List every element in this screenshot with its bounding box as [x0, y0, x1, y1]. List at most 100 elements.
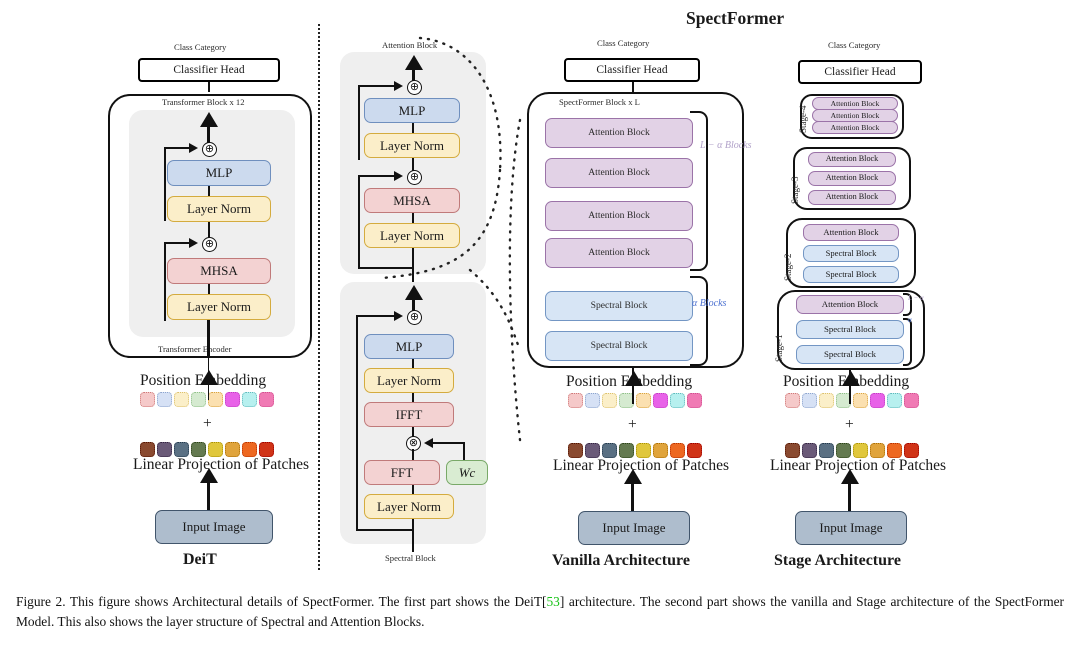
caption-part-1: Figure 2. This figure shows Architectura… — [16, 594, 547, 609]
ab-out-arrow — [404, 55, 423, 70]
deit-input-image: Input Image — [155, 510, 273, 544]
patch-swatch — [225, 392, 240, 407]
stage-linear-projection-patches — [785, 443, 919, 458]
patch-swatch — [602, 393, 617, 408]
stage-1-block-2: Spectral Block — [796, 345, 904, 364]
patch-swatch — [619, 443, 634, 458]
patch-swatch — [157, 392, 172, 407]
vanilla-input-image: Input Image — [578, 511, 690, 545]
sb-wc-h — [433, 442, 465, 444]
ab-block-mhsa: MHSA — [364, 188, 460, 213]
patch-swatch — [191, 442, 206, 457]
ab-add-node-2: ⊕ — [407, 170, 422, 185]
patch-swatch — [870, 443, 885, 458]
deit-skip-1-v — [164, 148, 166, 221]
figure-caption: Figure 2. This figure shows Architectura… — [16, 592, 1064, 633]
vanilla-plus: + — [628, 416, 637, 433]
stage-2-block-0: Attention Block — [803, 224, 899, 241]
stage-1-bracket-top-label: L − α — [908, 294, 924, 302]
ab-skip-2-arrow — [394, 171, 403, 181]
deit-plus-1: + — [203, 415, 212, 432]
sb-conn-e — [412, 485, 414, 494]
patch-swatch — [687, 393, 702, 408]
sb-block-fft: FFT — [364, 460, 440, 485]
patch-swatch — [242, 392, 257, 407]
patch-swatch — [208, 392, 223, 407]
sb-block-mlp: MLP — [364, 334, 454, 359]
vanilla-input-stem — [631, 483, 634, 511]
patch-swatch — [887, 393, 902, 408]
ab-add-symbol-2: ⊕ — [409, 171, 420, 183]
stage-1-bracket-bottom — [903, 318, 912, 366]
patch-swatch — [802, 443, 817, 458]
patch-swatch — [653, 393, 668, 408]
vanilla-class-category-label: Class Category — [597, 38, 650, 48]
patch-swatch — [836, 443, 851, 458]
deit-block-layernorm-2: Layer Norm — [167, 294, 271, 320]
deit-in-stem — [207, 320, 210, 358]
stage-plus: + — [845, 416, 854, 433]
patch-swatch — [568, 393, 583, 408]
patch-swatch — [174, 392, 189, 407]
ab-skip-2-h — [358, 175, 395, 177]
sb-skip-v — [356, 316, 358, 530]
vanilla-container-label: SpectFormer Block x L — [559, 97, 640, 107]
patch-swatch — [687, 443, 702, 458]
sb-wc-arrow — [424, 437, 433, 448]
vanilla-block-0: Attention Block — [545, 118, 693, 148]
vanilla-bracket-bottom — [690, 276, 708, 366]
attention-block-title: Attention Block — [382, 40, 438, 50]
vanilla-embed-arrow — [624, 371, 643, 386]
deit-add-node-2: ⊕ — [202, 237, 217, 252]
patch-swatch — [568, 443, 583, 458]
vanilla-block-2: Attention Block — [545, 201, 693, 231]
patch-swatch — [819, 393, 834, 408]
deit-add-node-1: ⊕ — [202, 142, 217, 157]
ab-add-symbol-1: ⊕ — [409, 81, 420, 93]
sb-multiply-symbol: ⊗ — [408, 437, 419, 449]
stage-input-stem — [848, 483, 851, 511]
stage-3-block-2: Attention Block — [808, 190, 896, 205]
sb-block-layernorm-1: Layer Norm — [364, 368, 454, 393]
patch-swatch — [140, 392, 155, 407]
patch-swatch — [140, 442, 155, 457]
ab-conn-a — [412, 123, 414, 133]
ab-skip-2-v — [358, 176, 360, 268]
deit-transformer-block-label: Transformer Block x 12 — [162, 97, 245, 107]
patch-swatch — [585, 443, 600, 458]
deit-block-mlp: MLP — [167, 160, 271, 186]
patch-swatch — [853, 393, 868, 408]
deit-add-symbol-1: ⊕ — [204, 143, 215, 155]
sb-skip-arrow — [394, 311, 403, 321]
patch-swatch — [636, 443, 651, 458]
stage-input-image: Input Image — [795, 511, 907, 545]
deit-skip-2-arrow — [189, 238, 198, 248]
stage-3-block-0: Attention Block — [808, 152, 896, 167]
vanilla-bracket-top-label: L − α Blocks — [700, 140, 752, 151]
patch-swatch — [853, 443, 868, 458]
sb-conn-a — [412, 359, 414, 368]
stage-1-block-0: Attention Block — [796, 295, 904, 314]
vanilla-linear-projection-patches — [568, 443, 702, 458]
sb-skip-h — [356, 315, 395, 317]
caption-reference-link[interactable]: 53 — [546, 594, 559, 609]
vanilla-bracket-top — [690, 111, 708, 271]
spectral-block-title: Spectral Block — [385, 553, 436, 563]
stage-2-block-1: Spectral Block — [803, 245, 899, 262]
ab-skip-1-h — [358, 85, 395, 87]
figure-canvas: SpectFormer Class Category Classifier He… — [0, 0, 1080, 580]
stage-3-label: Stage-3 — [790, 176, 800, 205]
stage-1-label: Stage-1 — [774, 334, 784, 363]
vanilla-block-5: Spectral Block — [545, 331, 693, 361]
stage-1-bracket-bottom-label: α — [908, 316, 912, 324]
vanilla-column-name: Vanilla Architecture — [552, 552, 690, 569]
vanilla-block-1: Attention Block — [545, 158, 693, 188]
patch-swatch — [602, 443, 617, 458]
vanilla-input-arrow — [623, 469, 642, 484]
patch-swatch — [208, 442, 223, 457]
deit-input-arrow — [199, 468, 218, 483]
ab-add-node-1: ⊕ — [407, 80, 422, 95]
sb-skip-base — [356, 529, 413, 531]
deit-input-stem — [207, 482, 210, 510]
patch-swatch — [785, 443, 800, 458]
